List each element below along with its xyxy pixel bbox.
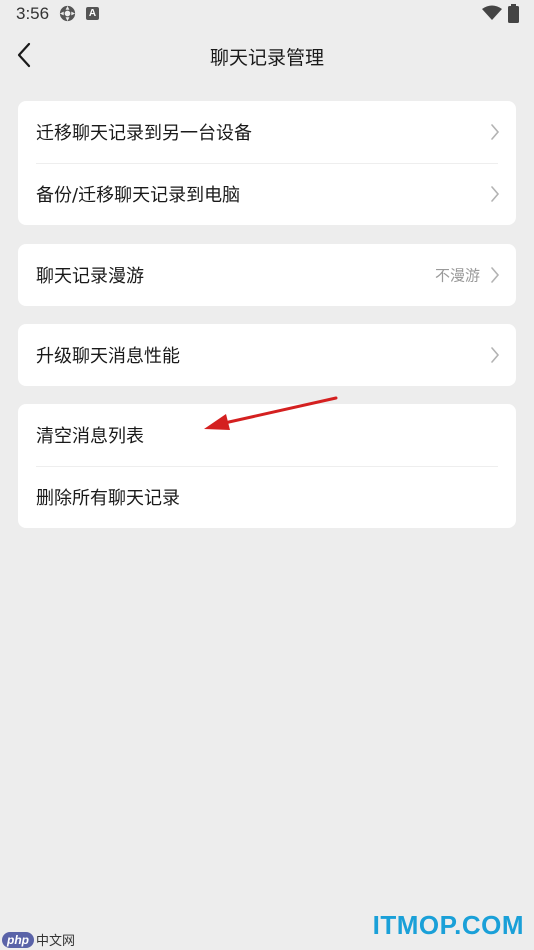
nav-bar: 聊天记录管理 [0,30,534,80]
row-label: 升级聊天消息性能 [36,346,180,367]
row-label: 迁移聊天记录到另一台设备 [36,123,252,144]
php-cn-text: 中文网 [36,934,76,949]
itmop-watermark-logo: ITMOP.COM [372,910,524,940]
chevron-right-icon [491,347,500,363]
row-delete-all-history[interactable]: 删除所有聊天记录 [18,466,516,528]
php-badge: php [2,931,34,948]
row-label: 聊天记录漫游 [36,266,144,287]
chevron-right-icon [491,267,500,283]
row-backup-pc[interactable]: 备份/迁移聊天记录到电脑 [18,163,516,225]
settings-group-roaming: 聊天记录漫游 不漫游 [18,244,516,306]
row-value-roaming-status: 不漫游 [434,266,480,285]
settings-group-migrate: 迁移聊天记录到另一台设备 备份/迁移聊天记录到电脑 [18,101,516,225]
row-upgrade-performance[interactable]: 升级聊天消息性能 [18,324,516,386]
php-watermark-logo: php 中文网 [2,929,75,949]
battery-icon [508,4,519,23]
divider [36,466,498,467]
row-label: 删除所有聊天记录 [36,488,180,509]
status-time: 3:56 [16,4,50,23]
row-label: 备份/迁移聊天记录到电脑 [36,185,241,206]
divider [36,163,498,164]
page-title: 聊天记录管理 [209,47,324,69]
row-migrate-device[interactable]: 迁移聊天记录到另一台设备 [18,101,516,163]
row-chat-roaming[interactable]: 聊天记录漫游 不漫游 [18,244,516,306]
gear-icon [59,5,76,22]
chevron-right-icon [491,186,500,202]
settings-group-performance: 升级聊天消息性能 [18,324,516,386]
screen: 3:56 A 聊天记录管理 迁移聊天记录到另一台设备 备份/迁移聊天记录到电脑 [0,0,534,950]
row-clear-message-list[interactable]: 清空消息列表 [18,404,516,466]
row-label: 清空消息列表 [36,426,144,447]
settings-group-clear: 清空消息列表 删除所有聊天记录 [18,404,516,528]
app-a-icon: A [86,7,99,20]
chevron-right-icon [491,124,500,140]
status-bar: 3:56 A [0,0,534,30]
wifi-icon [482,5,502,20]
